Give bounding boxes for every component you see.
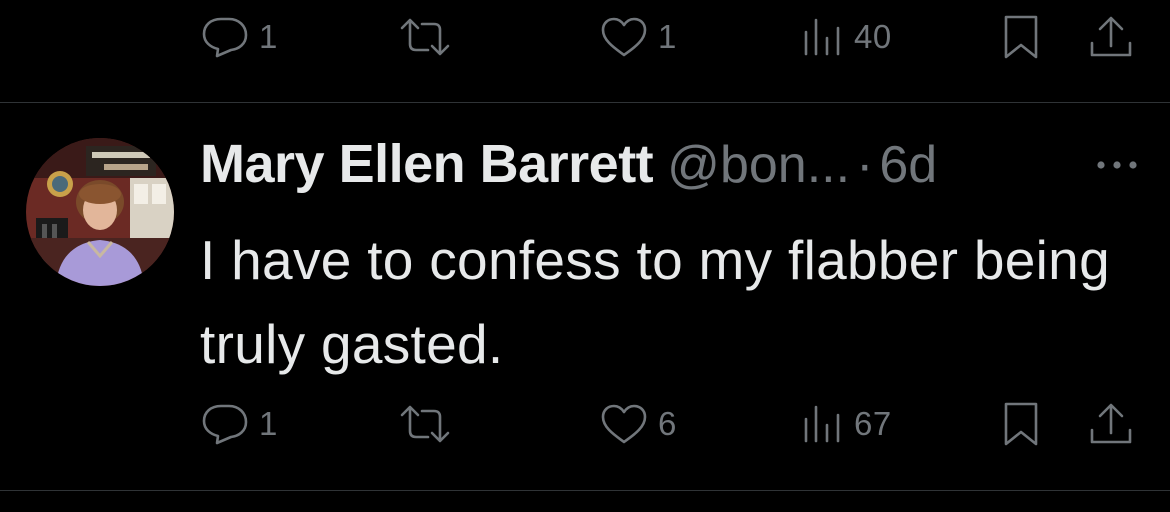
- reply-button[interactable]: 1: [201, 7, 278, 67]
- share-icon: [1090, 403, 1132, 444]
- timeline-feed: 1 1 40 Mary Ellen Barrett @bon... · 6d I…: [0, 0, 1170, 512]
- avatar-photo-icon: [26, 138, 174, 286]
- tweet-divider: [0, 102, 1170, 103]
- previous-tweet-action-bar: 1 1 40: [0, 7, 1170, 67]
- more-icon: [1097, 161, 1137, 169]
- bookmark-button[interactable]: [1001, 7, 1041, 67]
- author-display-name[interactable]: Mary Ellen Barrett: [200, 133, 654, 195]
- views-icon: [804, 18, 840, 56]
- more-options-button[interactable]: [1094, 150, 1140, 180]
- author-handle[interactable]: @bon...: [667, 135, 850, 195]
- bookmark-button[interactable]: [1001, 394, 1041, 454]
- retweet-icon: [400, 405, 450, 443]
- header-separator: ·: [856, 136, 874, 194]
- tweet-timestamp[interactable]: 6d: [879, 135, 937, 195]
- like-button[interactable]: 6: [600, 394, 677, 454]
- views-icon: [804, 405, 840, 443]
- retweet-icon: [400, 18, 450, 56]
- bookmark-icon: [1004, 402, 1038, 446]
- tweet-text: I have to confess to my flabber being tr…: [200, 229, 1110, 375]
- reply-count: 1: [259, 405, 278, 442]
- reply-count: 1: [259, 18, 278, 55]
- tweet-action-bar: 1 6 67: [0, 394, 1170, 454]
- views-count: 40: [854, 18, 892, 55]
- share-button[interactable]: [1088, 394, 1134, 454]
- bookmark-icon: [1004, 15, 1038, 59]
- views-button[interactable]: 67: [800, 394, 892, 454]
- like-icon: [601, 17, 647, 57]
- share-button[interactable]: [1088, 7, 1134, 67]
- tweet-divider: [0, 490, 1170, 491]
- avatar[interactable]: [26, 138, 174, 286]
- reply-icon: [202, 17, 248, 58]
- reply-icon: [202, 404, 248, 445]
- like-button[interactable]: 1: [600, 7, 677, 67]
- like-count: 6: [658, 405, 677, 442]
- reply-button[interactable]: 1: [201, 394, 278, 454]
- retweet-button[interactable]: [398, 7, 462, 67]
- share-icon: [1090, 16, 1132, 57]
- tweet-header: Mary Ellen Barrett @bon... · 6d: [200, 133, 937, 203]
- like-icon: [601, 404, 647, 444]
- views-count: 67: [854, 405, 892, 442]
- retweet-button[interactable]: [398, 394, 462, 454]
- views-button[interactable]: 40: [800, 7, 892, 67]
- like-count: 1: [658, 18, 677, 55]
